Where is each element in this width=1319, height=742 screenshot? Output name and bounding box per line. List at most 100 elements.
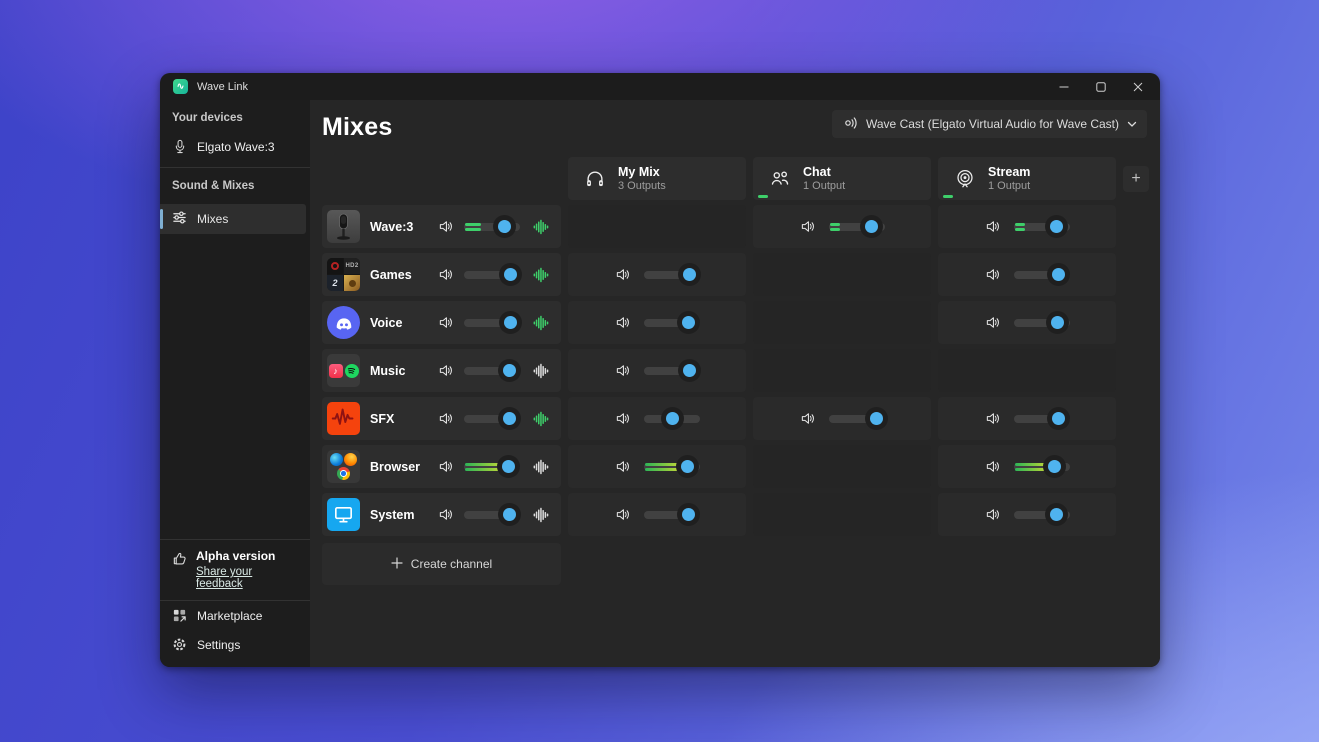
- monitor-waveform-icon[interactable]: [533, 267, 549, 283]
- slider-knob[interactable]: [682, 316, 695, 329]
- window-controls: [1045, 73, 1156, 100]
- sidebar-item-mixes[interactable]: Mixes: [160, 204, 306, 234]
- sidebar-item-settings[interactable]: Settings: [160, 630, 310, 659]
- sfx-mute-button[interactable]: [438, 411, 453, 426]
- stream-voice-mute-button[interactable]: [985, 315, 1000, 330]
- monitor-waveform-icon[interactable]: [533, 315, 549, 331]
- chat-sfx-mute-button[interactable]: [800, 411, 815, 426]
- slider-knob[interactable]: [504, 268, 517, 281]
- device-label: Elgato Wave:3: [197, 140, 275, 154]
- my-mix-system-volume-slider[interactable]: [644, 506, 700, 524]
- channel-strip-browser[interactable]: Browser: [322, 445, 561, 488]
- channel-label: Browser: [370, 460, 438, 474]
- slider-knob[interactable]: [1052, 412, 1065, 425]
- channel-strip-voice[interactable]: Voice: [322, 301, 561, 344]
- music-volume-slider[interactable]: [464, 362, 520, 380]
- games-volume-slider[interactable]: [464, 266, 520, 284]
- mix-header-chat[interactable]: Chat1 Output: [753, 157, 931, 200]
- stream-voice-volume-slider[interactable]: [1014, 314, 1070, 332]
- stream-browser-volume-slider[interactable]: [1014, 458, 1070, 476]
- stream-games-volume-slider[interactable]: [1014, 266, 1070, 284]
- slider-knob[interactable]: [865, 220, 878, 233]
- browser-mute-button[interactable]: [438, 459, 453, 474]
- music-mute-button[interactable]: [438, 363, 453, 378]
- sidebar-item-elgato-wave3[interactable]: Elgato Wave:3: [160, 132, 310, 161]
- system-channel-icon: [327, 498, 360, 531]
- chat-wave-3-volume-slider[interactable]: [829, 218, 885, 236]
- monitor-waveform-icon[interactable]: [533, 459, 549, 475]
- stream-wave-3-volume-slider[interactable]: [1014, 218, 1070, 236]
- mix-header-stream[interactable]: Stream1 Output: [938, 157, 1116, 200]
- my-mix-voice-mute-button[interactable]: [615, 315, 630, 330]
- slider-knob[interactable]: [1050, 220, 1063, 233]
- share-feedback-link[interactable]: Share your feedback: [196, 566, 298, 590]
- my-mix-sfx-volume-slider[interactable]: [644, 410, 700, 428]
- games-mute-button[interactable]: [438, 267, 453, 282]
- stream-sfx-mute-button[interactable]: [985, 411, 1000, 426]
- stream-browser-mute-button[interactable]: [985, 459, 1000, 474]
- slider-knob[interactable]: [503, 412, 516, 425]
- slider-knob[interactable]: [666, 412, 679, 425]
- slider-knob[interactable]: [683, 268, 696, 281]
- stream-system-volume-slider[interactable]: [1014, 506, 1070, 524]
- voice-mute-button[interactable]: [438, 315, 453, 330]
- channel-strip-wave-3[interactable]: Wave:3: [322, 205, 561, 248]
- slider-knob[interactable]: [504, 316, 517, 329]
- channel-strip-sfx[interactable]: SFX: [322, 397, 561, 440]
- slider-knob[interactable]: [683, 364, 696, 377]
- monitor-waveform-icon[interactable]: [533, 219, 549, 235]
- slider-knob[interactable]: [1051, 316, 1064, 329]
- slider-knob[interactable]: [1052, 268, 1065, 281]
- sidebar-item-marketplace[interactable]: Marketplace: [160, 601, 310, 630]
- chat-sfx-volume-slider[interactable]: [829, 410, 885, 428]
- stream-wave-3-mute-button[interactable]: [985, 219, 1000, 234]
- output-device-dropdown[interactable]: Wave Cast (Elgato Virtual Audio for Wave…: [832, 110, 1147, 138]
- mix-cell-my-mix-wave-3-empty: [568, 205, 746, 248]
- sfx-volume-slider[interactable]: [464, 410, 520, 428]
- system-volume-slider[interactable]: [464, 506, 520, 524]
- slider-knob[interactable]: [498, 220, 511, 233]
- slider-knob[interactable]: [502, 460, 515, 473]
- maximize-button[interactable]: [1082, 73, 1119, 100]
- channel-strip-music[interactable]: ♪Music: [322, 349, 561, 392]
- my-mix-games-volume-slider[interactable]: [644, 266, 700, 284]
- wave-3-volume-slider[interactable]: [464, 218, 520, 236]
- headphones-icon: [584, 168, 606, 190]
- voice-volume-slider[interactable]: [464, 314, 520, 332]
- chat-wave-3-mute-button[interactable]: [800, 219, 815, 234]
- add-mix-button[interactable]: +: [1123, 166, 1149, 192]
- monitor-waveform-icon[interactable]: [533, 507, 549, 523]
- slider-knob[interactable]: [1050, 508, 1063, 521]
- stream-sfx-volume-slider[interactable]: [1014, 410, 1070, 428]
- channel-strip-games[interactable]: HD22Games: [322, 253, 561, 296]
- slider-knob[interactable]: [503, 364, 516, 377]
- slider-knob[interactable]: [682, 508, 695, 521]
- wave-link-window: ∿ Wave Link Your devices Elgato Wave:3 S…: [160, 73, 1160, 667]
- my-mix-sfx-mute-button[interactable]: [615, 411, 630, 426]
- stream-games-mute-button[interactable]: [985, 267, 1000, 282]
- close-button[interactable]: [1119, 73, 1156, 100]
- browser-volume-slider[interactable]: [464, 458, 520, 476]
- mix-header-my-mix[interactable]: My Mix3 Outputs: [568, 157, 746, 200]
- my-mix-music-mute-button[interactable]: [615, 363, 630, 378]
- channel-strip-system[interactable]: System: [322, 493, 561, 536]
- slider-knob[interactable]: [870, 412, 883, 425]
- my-mix-music-volume-slider[interactable]: [644, 362, 700, 380]
- system-mute-button[interactable]: [438, 507, 453, 522]
- slider-knob[interactable]: [1048, 460, 1061, 473]
- my-mix-browser-mute-button[interactable]: [615, 459, 630, 474]
- titlebar: ∿ Wave Link: [160, 73, 1160, 100]
- wave-3-mute-button[interactable]: [438, 219, 453, 234]
- monitor-waveform-icon[interactable]: [533, 363, 549, 379]
- my-mix-browser-volume-slider[interactable]: [644, 458, 700, 476]
- my-mix-games-mute-button[interactable]: [615, 267, 630, 282]
- stream-system-mute-button[interactable]: [985, 507, 1000, 522]
- slider-knob[interactable]: [681, 460, 694, 473]
- mix-cell-my-mix-voice: [568, 301, 746, 344]
- create-channel-button[interactable]: Create channel: [322, 543, 561, 585]
- my-mix-system-mute-button[interactable]: [615, 507, 630, 522]
- slider-knob[interactable]: [503, 508, 516, 521]
- my-mix-voice-volume-slider[interactable]: [644, 314, 700, 332]
- minimize-button[interactable]: [1045, 73, 1082, 100]
- monitor-waveform-icon[interactable]: [533, 411, 549, 427]
